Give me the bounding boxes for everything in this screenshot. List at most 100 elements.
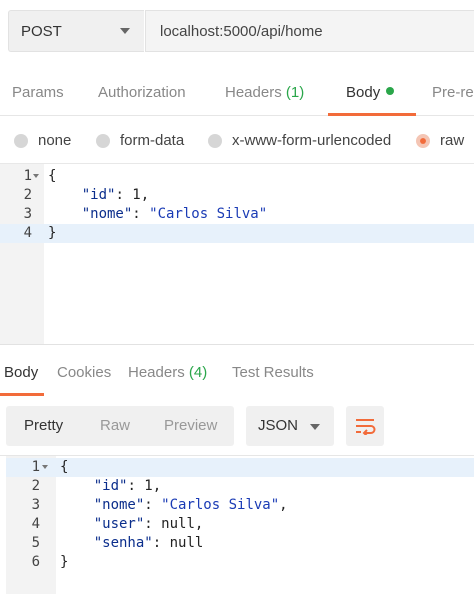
code-text: { (60, 459, 69, 475)
raw-button[interactable]: Raw (100, 417, 130, 434)
radio-icon[interactable] (14, 133, 28, 148)
tab-authorization[interactable]: Authorization (98, 84, 186, 101)
json-value: 1 (132, 187, 141, 203)
code-text: { (48, 168, 57, 184)
fold-arrow-icon[interactable] (33, 174, 39, 178)
radio-raw-label: raw (440, 132, 465, 149)
json-value: null (161, 516, 195, 532)
format-select[interactable]: JSON (246, 406, 334, 446)
modified-dot-icon (386, 87, 395, 95)
url-value: localhost:5000/api/home (160, 22, 323, 40)
body-type-options: none form-data x-www-form-urlencoded raw (0, 122, 474, 160)
tab-response-headers[interactable]: Headers (4) (128, 364, 207, 381)
tab-params[interactable]: Params (12, 84, 64, 101)
tab-headers-count: (1) (285, 84, 305, 101)
json-value: null (169, 535, 204, 551)
code-text: "id": 1, (48, 186, 149, 205)
code-text: "user": null, (60, 515, 204, 534)
radio-urlencoded-label: x-www-form-urlencoded (232, 132, 392, 149)
json-tail: , (152, 478, 162, 494)
tab-headers-label: Headers (225, 84, 282, 101)
json-key: "id" (81, 187, 116, 203)
view-mode-group: Pretty Raw Preview (6, 406, 234, 446)
radio-form-data-label: form-data (120, 132, 185, 149)
code-line: 4 "user": null, (6, 515, 474, 534)
json-value: "Carlos Silva" (161, 497, 280, 513)
line-number: 2 (31, 478, 40, 494)
tab-body[interactable]: Body (346, 84, 395, 101)
json-key: "user" (93, 516, 145, 532)
radio-urlencoded[interactable]: x-www-form-urlencoded (208, 132, 391, 149)
format-label: JSON (258, 417, 299, 434)
code-text: "senha": null (60, 534, 204, 553)
tab-response-headers-label: Headers (128, 364, 185, 381)
pretty-button[interactable]: Pretty (24, 417, 63, 434)
json-sep: : (127, 478, 145, 494)
fold-arrow-icon[interactable] (42, 465, 48, 469)
radio-raw[interactable]: raw (416, 132, 464, 149)
tab-response-body[interactable]: Body (4, 364, 38, 381)
code-line: 2 "id": 1, (0, 186, 474, 205)
json-tail: , (279, 497, 288, 513)
json-value: 1 (144, 478, 153, 494)
json-sep: : (144, 497, 162, 513)
line-number: 3 (31, 497, 40, 513)
json-tail: , (194, 516, 204, 532)
json-sep: : (115, 187, 133, 203)
json-key: "senha" (93, 535, 153, 551)
method-label: POST (21, 22, 62, 40)
line-number: 1 (31, 459, 40, 475)
line-number: 1 (23, 168, 32, 184)
json-sep: : (132, 206, 150, 222)
tab-headers[interactable]: Headers (1) (225, 84, 304, 101)
request-bar: POST localhost:5000/api/home (0, 0, 474, 64)
code-line: 1 { (0, 167, 474, 186)
json-value: "Carlos Silva" (149, 206, 268, 222)
tab-cookies[interactable]: Cookies (57, 364, 111, 381)
code-line: 3 "nome": "Carlos Silva", (6, 496, 474, 515)
request-body-editor[interactable]: 1 { 2 "id": 1, 3 "nome": "Carlos Silva" … (0, 163, 474, 345)
radio-none-label: none (38, 132, 72, 149)
code-line: 6 } (6, 553, 474, 572)
json-tail: , (140, 187, 150, 203)
tab-response-headers-count: (4) (188, 364, 208, 381)
url-input[interactable]: localhost:5000/api/home (145, 10, 474, 52)
json-sep: : (144, 516, 162, 532)
radio-none[interactable]: none (14, 132, 71, 149)
preview-button[interactable]: Preview (164, 417, 217, 434)
line-number: 5 (31, 535, 40, 551)
response-body-viewer[interactable]: 1 { 2 "id": 1, 3 "nome": "Carlos Silva",… (0, 455, 474, 594)
radio-icon[interactable] (208, 133, 222, 148)
chevron-down-icon (310, 424, 320, 430)
code-text: "id": 1, (60, 477, 161, 496)
radio-selected-icon[interactable] (416, 133, 430, 148)
response-tabs: Body Cookies Headers (4) Test Results (0, 352, 474, 396)
line-number: 3 (23, 206, 32, 222)
method-select[interactable]: POST (8, 10, 144, 52)
active-tab-indicator (328, 113, 416, 116)
code-text: "nome": "Carlos Silva", (60, 496, 288, 515)
code-text: } (60, 554, 69, 570)
json-sep: : (152, 535, 170, 551)
json-key: "id" (93, 478, 128, 494)
radio-icon[interactable] (96, 133, 110, 148)
code-line-active: 1 { (6, 458, 474, 477)
request-tabs: Params Authorization Headers (1) Body Pr… (0, 72, 474, 116)
code-line-active: 4 } (0, 224, 474, 243)
wrap-lines-button[interactable] (346, 406, 384, 446)
wrap-lines-icon (356, 419, 376, 435)
code-text: "nome": "Carlos Silva" (48, 205, 267, 224)
radio-form-data[interactable]: form-data (96, 132, 184, 149)
tab-prerequest[interactable]: Pre-re (432, 84, 474, 101)
json-key: "nome" (81, 206, 133, 222)
line-number: 4 (31, 516, 40, 532)
response-toolbar: Pretty Raw Preview JSON (0, 404, 474, 450)
code-text: } (48, 225, 57, 241)
tab-test-results[interactable]: Test Results (232, 364, 314, 381)
